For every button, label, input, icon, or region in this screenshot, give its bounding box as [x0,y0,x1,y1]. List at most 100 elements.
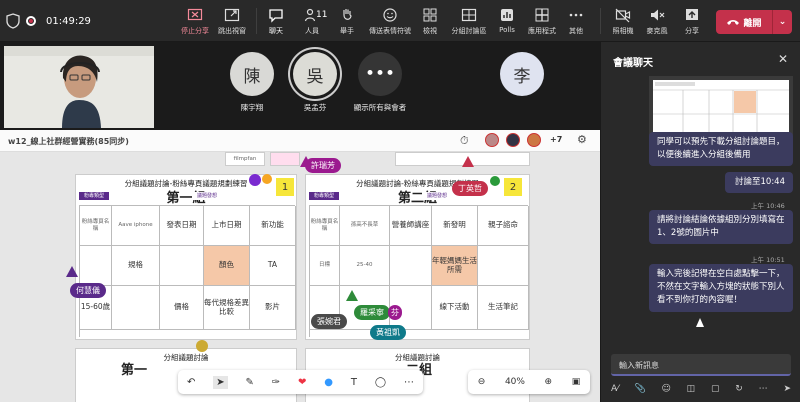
meeting-controls-bar: 01:49:29 停止分享 跳出視窗 聊天 人員 11 舉手 傳送表情符號 檢視… [0,0,800,42]
table-cell: 年輕媽媽生活所需 [432,246,478,286]
table-cell: 每代規格差異比較 [204,286,250,330]
table-cell: 規格 [112,246,160,286]
undo-icon[interactable]: ↶ [187,377,195,388]
polls-icon [501,9,513,21]
leave-dropdown[interactable]: ⌄ [772,10,792,34]
chat-icon [269,9,283,23]
table-cell: 上市日期 [204,206,250,246]
more-button[interactable]: 其他 [556,4,596,36]
table-cell [80,246,112,286]
fit-screen-icon[interactable]: ▣ [572,377,581,387]
more-participants-icon: ••• [358,52,402,96]
extra-participants-count: +7 [550,135,563,144]
stop-share-button[interactable]: 停止分享 [175,4,215,36]
close-icon[interactable]: ✕ [778,52,788,66]
table-cell: 孫高不長草 [340,206,390,246]
more-icon [569,13,583,17]
table-cell: 發表日期 [160,206,204,246]
self-video [4,46,154,128]
text-icon[interactable]: T [351,377,357,388]
reaction-heart-icon[interactable]: ❤ [298,377,306,388]
people-count: 11 [316,10,328,20]
participant-tile[interactable]: 陳陳宇翔 [222,52,282,113]
meeting-stage: 陳陳宇翔吳吳孟芬 ••• 顯示所有與會者 李 w12_線上社群經營實務(85同步) ⏱… [0,42,600,402]
avatar: 陳 [230,52,274,96]
cursor-tag: 黃祖凱 [370,325,406,340]
message-timestamp: 上午 10:51 [751,256,785,264]
emoji-icon[interactable]: ☺ [661,384,670,394]
polls-button[interactable]: Polls [487,4,527,34]
sticker-icon[interactable]: ▢ [711,384,720,394]
speaker-muted-icon [651,9,665,21]
chat-message: 輸入完後記得在空白處點擊一下，不然在文字輸入方塊的狀態下別人看不到你打的內容喔！ [649,264,793,312]
gif-icon[interactable]: ◫ [687,384,696,394]
view-button[interactable]: 檢視 [410,4,450,36]
compose-toolbar: A⁄ 📎 ☺ ◫ ▢ ↻ ⋯ ➤ [611,382,791,396]
message-timestamp: 上午 10:46 [751,202,785,210]
avatar [527,133,541,147]
share-button[interactable]: 分享 [672,4,712,36]
more-options-icon[interactable]: ⋯ [759,384,768,394]
shapes-icon[interactable]: ◯ [375,377,386,388]
legend-tag: 議題發想 [192,192,222,200]
raise-hand-button[interactable]: 舉手 [327,4,367,36]
timer-icon: ⏱ [460,134,469,147]
sticker-dot [249,174,261,186]
group1-table: 粉絲專頁名稱 Aave iphone 發表日期 上市日期 新功能 規格 顏色 TA 15-60歲… [79,205,296,337]
format-icon[interactable]: A⁄ [611,384,619,394]
group-title: 第一組 [166,191,206,206]
table-cell: Aave iphone [112,206,160,246]
more-tools-icon[interactable]: ⋯ [404,377,414,388]
send-icon[interactable]: ➤ [783,384,791,394]
sticker-dot [490,176,500,186]
zoom-out-icon[interactable]: ⊖ [478,377,486,387]
reactions-button[interactable]: 傳送表情符號 [367,4,413,36]
legend-tag: 議題發想 [422,192,452,200]
share-icon [686,9,698,20]
sticker-dot [196,340,208,352]
message-input[interactable]: 輸入新訊息 [611,354,791,376]
breakout-rooms-button[interactable]: 分組討論區 [446,4,492,36]
participant-tile[interactable]: 李 [492,52,552,102]
chat-message: 討論至10:44 [725,172,793,194]
shared-screen: w12_線上社群經營實務(85同步) ⏱ +7 ⚙ filmpfan 分組議題討… [0,130,600,402]
person-video-feed [4,46,154,128]
zoom-level: 40% [504,377,525,387]
chevron-down-icon: ⌄ [778,17,787,27]
mic-button[interactable]: 麥克風 [637,4,677,36]
popout-button[interactable]: 跳出視窗 [212,4,252,36]
pen-icon[interactable]: ✎ [245,377,253,388]
highlighter-icon[interactable]: ✑ [272,377,280,388]
table-cell: 日標 [310,246,340,286]
table-cell: 新功能 [250,206,296,246]
panel-header: 分組議題討論 [163,353,209,362]
whiteboard: filmpfan 分組議題討論-粉絲專頁議題規劃練習 第一組 粉專類型 議題發想… [0,152,600,402]
zoom-in-icon[interactable]: ⊕ [545,377,553,387]
group-title: 第一 [121,363,148,378]
sticker-dot [262,174,272,184]
chat-button[interactable]: 聊天 [256,4,296,36]
table-cell [160,246,204,286]
note-icon[interactable]: ● [324,377,333,388]
select-pointer-icon[interactable]: ➤ [213,375,228,389]
hand-icon [343,9,352,20]
participant-tile[interactable]: ••• 顯示所有與會者 [350,52,410,113]
meeting-status: 01:49:29 [6,13,91,29]
loop-icon[interactable]: ↻ [735,384,743,394]
hangup-icon [727,20,740,25]
note-fragment: filmpfan [225,152,265,166]
cursor-tag: 丁英哲 [452,181,488,196]
avatar [506,133,520,147]
cursor-tag: 芬 [388,305,402,320]
legend-tag: 粉專類型 [79,192,109,200]
people-button[interactable]: 人員 11 [292,4,332,36]
attach-icon[interactable]: 📎 [634,384,645,394]
settings-gear-icon[interactable]: ⚙ [577,133,587,146]
recording-icon [26,16,36,26]
participant-tile[interactable]: 吳吳孟芬 [285,52,345,113]
divider [600,8,601,34]
table-cell: 粉絲專頁名稱 [80,206,112,246]
cursor-tag: 張婉君 [311,314,347,329]
leave-main[interactable]: 離開 [716,16,772,29]
leave-button[interactable]: 離開 ⌄ [716,10,792,34]
